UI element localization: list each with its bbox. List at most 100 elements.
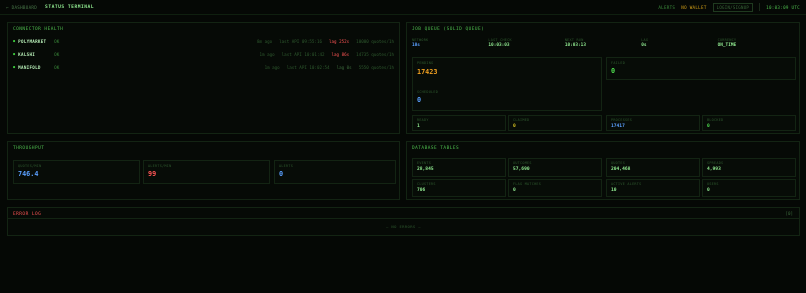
stat-value: 10:03:13: [564, 43, 586, 48]
processes-label: PROCESSES: [611, 118, 633, 122]
ready-value: 1: [417, 124, 420, 129]
connector-status: OK: [54, 51, 60, 57]
alerts-label: ALERTS: [279, 164, 294, 168]
connector-ago: 1m ago: [264, 64, 280, 70]
processes-value: 17417: [611, 124, 625, 129]
ready-box: READY 1: [412, 115, 506, 131]
error-log-empty: — NO ERRORS —: [386, 224, 421, 229]
connector-metrics: 8m ago last API 09:55:16 lag 252s 10000 …: [257, 39, 394, 44]
wallet-status[interactable]: NO WALLET: [681, 5, 706, 10]
connector-lag: lag 0s: [336, 64, 352, 70]
stat-lag: LAG 0s: [641, 38, 717, 48]
db-label: ACTIVE ALERTS: [611, 182, 642, 186]
stat-last-check: LAST CHECK 10:03:03: [488, 38, 564, 48]
database-tables-title: DATABASE TABLES: [412, 146, 460, 151]
alerts-value: 0: [279, 170, 284, 178]
stat-value: 10s: [412, 43, 420, 48]
job-queue-title: JOB QUEUE (SOLID QUEUE): [412, 27, 485, 32]
stat-label: LAST CHECK: [488, 38, 512, 42]
claimed-value: 0: [513, 124, 516, 129]
login-signup-button[interactable]: LOGIN/SIGNUP: [712, 2, 754, 12]
claimed-box: CLAIMED 0: [508, 115, 602, 131]
blocked-label: BLOCKED: [707, 118, 724, 122]
db-value: 0: [513, 188, 516, 193]
connector-last-api: last API 10:02:54: [286, 64, 330, 70]
connector-last-api: last API 10:01:42: [281, 51, 325, 57]
connector-health-title: CONNECTOR HEALTH: [13, 27, 64, 32]
failed-box: FAILED 0: [606, 57, 796, 80]
stat-label: CURRENCY: [717, 38, 737, 42]
connector-lag: lag 86s: [331, 51, 350, 57]
status-dot-icon: ●: [13, 52, 16, 56]
db-value: 28,845: [417, 167, 434, 172]
alerts-link[interactable]: ALERTS: [658, 5, 675, 10]
pending-label: PENDING: [417, 61, 434, 65]
quotes-per-min-label: QUOTES/MIN: [18, 164, 42, 168]
connector-name: MANIFOLD: [18, 64, 41, 70]
db-outcomes-box: OUTCOMES 57,690: [508, 158, 602, 177]
claimed-label: CLAIMED: [513, 118, 530, 122]
processes-box: PROCESSES 17417: [606, 115, 700, 131]
db-users-box: USERS 0: [702, 179, 796, 197]
alerts-per-min-value: 99: [148, 170, 157, 178]
db-value: 10: [611, 188, 617, 193]
db-quotes-box: QUOTES 204,468: [606, 158, 700, 177]
db-spreads-box: SPREADS 4,993: [702, 158, 796, 177]
db-value: 57,690: [513, 167, 530, 172]
connector-row-kalshi: ● KALSHI OK 1m ago last API 10:01:42 lag…: [13, 48, 394, 60]
db-label: OUTCOMES: [513, 161, 532, 165]
db-label: FLAG MATCHES: [513, 182, 542, 186]
stat-label: NETWORK: [412, 38, 429, 42]
scheduled-label: SCHEDULED: [417, 90, 439, 94]
throughput-panel: THROUGHPUT QUOTES/MIN 746.4 ALERTS/MIN 9…: [7, 141, 400, 200]
db-value: 4,993: [707, 167, 721, 172]
quotes-per-min-value: 746.4: [18, 170, 39, 178]
error-log-panel: ERROR LOG [0] — NO ERRORS —: [7, 207, 800, 236]
utc-clock: 10:03:09 UTC: [766, 4, 800, 10]
back-to-dashboard-link[interactable]: ← DASHBOARD: [6, 5, 37, 10]
db-label: CLUSTERS: [417, 182, 436, 186]
stat-network: NETWORK 10s: [412, 38, 488, 48]
db-active-alerts-box: ACTIVE ALERTS 10: [606, 179, 700, 197]
stat-label: NEXT RUN: [564, 38, 584, 42]
status-dot-icon: ●: [13, 65, 16, 69]
blocked-value: 0: [707, 124, 710, 129]
divider: [8, 218, 799, 219]
stat-currency: CURRENCY ON_TIME: [718, 38, 794, 48]
error-count: [0]: [785, 211, 793, 216]
blocked-box: BLOCKED 0: [702, 115, 796, 131]
job-queue-stats: NETWORK 10s LAST CHECK 10:03:03 NEXT RUN…: [412, 38, 794, 48]
db-label: SPREADS: [707, 161, 724, 165]
connector-name: POLYMARKET: [18, 38, 47, 44]
top-right-controls: ALERTS NO WALLET LOGIN/SIGNUP 10:03:09 U…: [658, 2, 800, 12]
connector-metrics: 1m ago last API 10:01:42 lag 86s 14735 q…: [260, 52, 394, 57]
top-bar: ← DASHBOARD STATUS TERMINAL ALERTS NO WA…: [0, 0, 806, 15]
db-value: 706: [417, 188, 426, 193]
db-events-box: EVENTS 28,845: [412, 158, 506, 177]
throughput-title: THROUGHPUT: [13, 146, 45, 151]
failed-label: FAILED: [611, 61, 626, 65]
scheduled-value: 0: [417, 96, 422, 104]
status-dot-icon: ●: [13, 39, 16, 43]
connector-name: KALSHI: [18, 51, 36, 57]
quotes-per-min-box: QUOTES/MIN 746.4: [13, 160, 140, 184]
ready-label: READY: [417, 118, 429, 122]
stat-next-run: NEXT RUN 10:03:13: [565, 38, 641, 48]
db-label: EVENTS: [417, 161, 432, 165]
connector-quotes: 14735 quotes/1h: [356, 51, 394, 57]
stat-label: LAG: [641, 38, 649, 42]
database-tables-panel: DATABASE TABLES EVENTS 28,845 OUTCOMES 5…: [406, 141, 800, 200]
connector-row-manifold: ● MANIFOLD OK 1m ago last API 10:02:54 l…: [13, 61, 394, 73]
scheduled-box: SCHEDULED 0: [412, 85, 602, 111]
db-value: 0: [707, 188, 710, 193]
pending-value: 17423: [417, 68, 438, 76]
stat-value: 0s: [641, 43, 647, 48]
failed-value: 0: [611, 67, 616, 75]
connector-lag: lag 252s: [329, 38, 350, 44]
alerts-box: ALERTS 0: [274, 160, 396, 184]
db-flag-matches-box: FLAG MATCHES 0: [508, 179, 602, 197]
connector-ago: 1m ago: [259, 51, 275, 57]
stat-value: 10:03:03: [488, 43, 510, 48]
connector-ago: 8m ago: [257, 38, 273, 44]
connector-quotes: 10000 quotes/1h: [356, 38, 394, 44]
